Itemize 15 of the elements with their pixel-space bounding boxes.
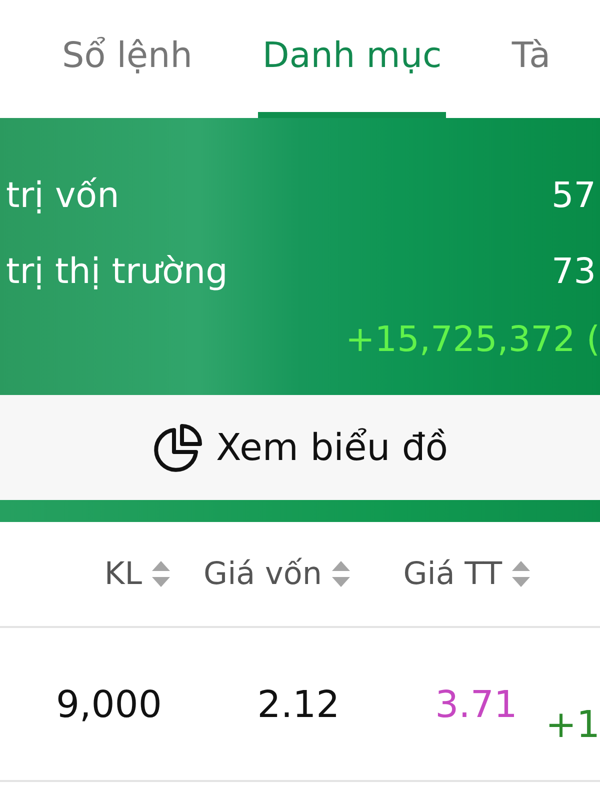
summary-label: trị vốn — [5, 176, 120, 216]
column-header[interactable]: KL — [104, 556, 142, 592]
column-header[interactable]: Giá vốn — [204, 556, 322, 592]
tab[interactable]: Tà — [508, 0, 555, 118]
table-cell: 3.71 — [435, 682, 518, 726]
summary-value: 73 — [551, 252, 597, 292]
summary-label: trị thị trường — [5, 252, 228, 292]
table-cell: 2.12 — [257, 682, 340, 726]
summary-value: 57 — [551, 176, 597, 216]
table-cell: 9,000 — [56, 682, 162, 726]
tab[interactable]: Sổ lệnh — [58, 0, 196, 118]
column-header[interactable]: Giá TT — [403, 556, 502, 592]
profit-value: +15,725,372 ( — [345, 320, 600, 360]
pie-chart-icon — [152, 422, 204, 474]
change-value: +1 — [545, 702, 600, 746]
